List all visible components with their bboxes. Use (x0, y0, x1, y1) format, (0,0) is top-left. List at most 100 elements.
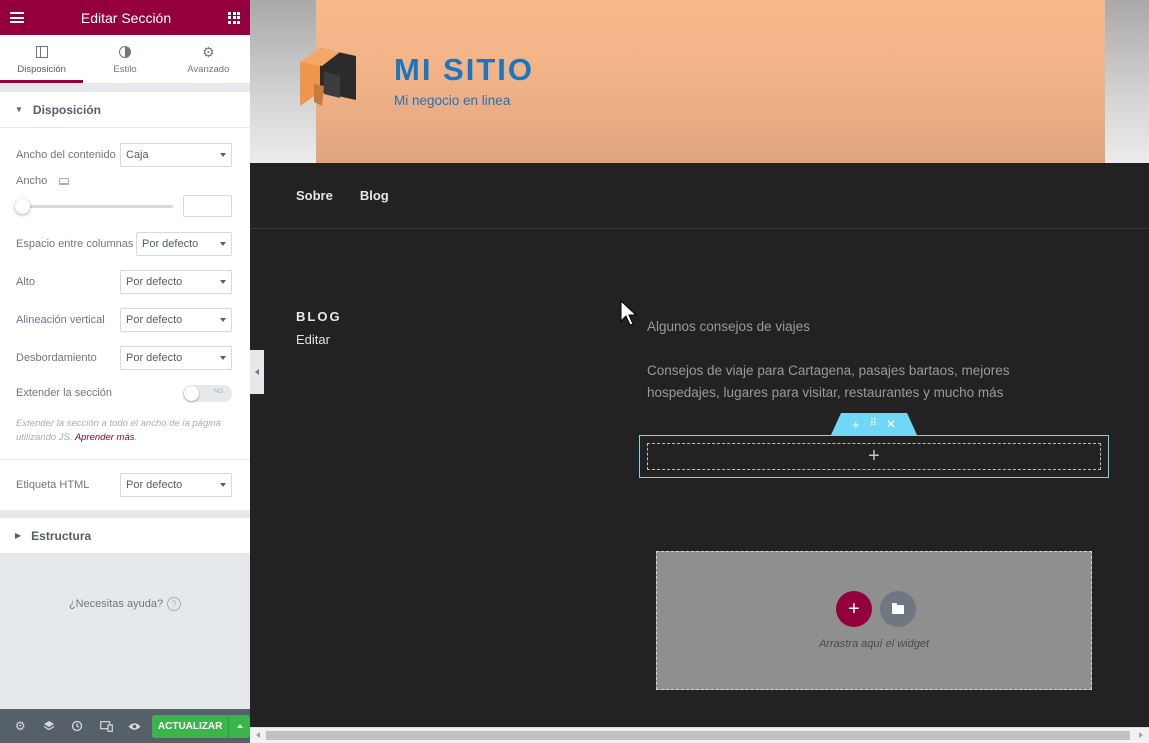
add-section-icon[interactable]: + (852, 418, 860, 431)
editor-panel: Editar Sección Disposición Estilo ⚙ Avan… (0, 0, 250, 743)
horizontal-scrollbar[interactable] (250, 727, 1149, 743)
widget-dropzone[interactable]: + Arrastra aquí el widget (656, 551, 1092, 690)
blog-edit-link[interactable]: Editar (296, 332, 330, 347)
overflow-control: Desbordamiento Por defecto (16, 345, 232, 371)
menu-icon[interactable] (10, 12, 24, 23)
question-icon: ? (167, 597, 182, 611)
control-label: Alto (16, 276, 35, 288)
help-end: . (134, 432, 138, 443)
html-tag-select[interactable]: Por defecto (120, 473, 232, 497)
control-label: Etiqueta HTML (16, 479, 90, 491)
control-label: Extender la sección (16, 387, 112, 399)
caret-right-icon: ▶ (15, 531, 22, 540)
tab-disposicion[interactable]: Disposición (0, 35, 84, 83)
content-width-control: Ancho del contenido Caja (16, 142, 232, 168)
gear-icon: ⚙ (202, 43, 215, 60)
section-title: Estructura (31, 528, 92, 543)
scroll-right-icon[interactable] (1139, 732, 1143, 738)
widgets-grid-icon[interactable] (228, 11, 240, 24)
width-control: Ancho (16, 173, 232, 189)
plus-icon: + (868, 445, 880, 467)
select-value: Por defecto (126, 314, 183, 326)
caret-down-icon: ▼ (15, 105, 23, 114)
select-value: Por defecto (126, 352, 183, 364)
width-number-input[interactable] (183, 195, 232, 217)
column-gap-select[interactable]: Por defecto (136, 232, 232, 256)
height-select[interactable]: Por defecto (120, 270, 232, 294)
site-logo-icon[interactable] (300, 48, 356, 108)
content-width-select[interactable]: Caja (120, 143, 232, 167)
learn-more-link[interactable]: Aprender más (75, 432, 135, 443)
site-title[interactable]: MI SITIO (394, 52, 534, 88)
history-icon[interactable] (63, 709, 92, 743)
layout-controls: Ancho del contenido Caja Ancho Espacio e… (0, 128, 250, 510)
style-icon (118, 45, 131, 58)
chevron-down-icon (220, 356, 226, 360)
control-label: Ancho (16, 175, 48, 187)
add-template-button[interactable] (880, 591, 916, 627)
tab-avanzado[interactable]: ⚙ Avanzado (167, 35, 250, 83)
stretch-help-text: Extender la sección a todo el ancho de l… (0, 417, 250, 460)
panel-tabs: Disposición Estilo ⚙ Avanzado (0, 35, 250, 84)
desktop-icon[interactable] (59, 177, 70, 185)
responsive-mode-icon[interactable] (92, 709, 121, 743)
vertical-align-control: Alineación vertical Por defecto (16, 307, 232, 333)
collapse-panel-button[interactable] (250, 350, 264, 394)
navigator-layers-icon[interactable] (35, 709, 64, 743)
mouse-cursor-icon (620, 300, 638, 326)
slider-handle[interactable] (15, 198, 30, 214)
stretch-control: Extender la sección NO (16, 383, 232, 403)
drag-handle-icon[interactable]: ⠿ (870, 419, 877, 429)
need-help-link[interactable]: ¿Necesitas ayuda?? (0, 597, 250, 611)
section-estructura-toggle[interactable]: ▶ Estructura (0, 518, 250, 554)
control-label: Alineación vertical (16, 314, 105, 326)
overflow-select[interactable]: Por defecto (120, 346, 232, 370)
toggle-label: NO (214, 388, 223, 395)
vertical-align-select[interactable]: Por defecto (120, 308, 232, 332)
scroll-left-icon[interactable] (256, 732, 260, 738)
settings-icon[interactable]: ⚙ (6, 709, 35, 743)
delete-section-icon[interactable]: ✕ (886, 418, 896, 430)
select-value: Por defecto (126, 276, 183, 288)
panel-header: Editar Sección (0, 0, 250, 35)
select-value: Caja (126, 149, 149, 161)
section-disposicion-toggle[interactable]: ▼ Disposición (0, 92, 250, 128)
site-header: MI SITIO Mi negocio en linea (250, 0, 1149, 163)
add-new-section-button[interactable]: + (836, 591, 872, 627)
html-tag-control: Etiqueta HTML Por defecto (16, 460, 232, 510)
nav-link-sobre[interactable]: Sobre (296, 188, 333, 203)
chevron-left-icon (255, 369, 259, 375)
site-tagline: Mi negocio en linea (394, 93, 511, 108)
control-label: Desbordamiento (16, 352, 97, 364)
tab-estilo[interactable]: Estilo (83, 35, 166, 83)
tab-label: Avanzado (187, 63, 230, 75)
chevron-down-icon (220, 318, 226, 322)
stretch-toggle[interactable]: NO (183, 384, 232, 402)
selected-section[interactable]: + (639, 435, 1109, 478)
folder-icon (892, 602, 904, 614)
control-label: Ancho del contenido (16, 149, 116, 161)
select-value: Por defecto (126, 479, 183, 491)
height-control: Alto Por defecto (16, 269, 232, 295)
chevron-down-icon (220, 242, 226, 246)
section-title: Disposición (32, 102, 101, 117)
site-nav: Sobre Blog (250, 163, 1149, 229)
tab-label: Disposición (17, 63, 66, 75)
empty-column-add[interactable]: + (647, 443, 1101, 470)
spacer (0, 510, 250, 518)
save-options-button[interactable] (228, 714, 250, 738)
description-heading: Algunos consejos de viajes (647, 319, 810, 334)
update-button[interactable]: ACTUALIZAR (151, 714, 229, 738)
preview-eye-icon[interactable] (120, 709, 149, 743)
scrollbar-thumb[interactable] (266, 731, 1130, 740)
panel-footer: ⚙ ACTUALIZAR (0, 709, 250, 743)
nav-link-blog[interactable]: Blog (360, 188, 389, 203)
chevron-down-icon (220, 483, 226, 487)
width-slider-row (15, 195, 232, 217)
spacer (0, 84, 250, 92)
width-slider[interactable] (15, 198, 173, 214)
need-help-text: ¿Necesitas ayuda? (68, 597, 164, 610)
layout-icon (35, 45, 48, 58)
section-handle: + ⠿ ✕ (831, 413, 917, 435)
panel-title: Editar Sección (80, 9, 172, 26)
